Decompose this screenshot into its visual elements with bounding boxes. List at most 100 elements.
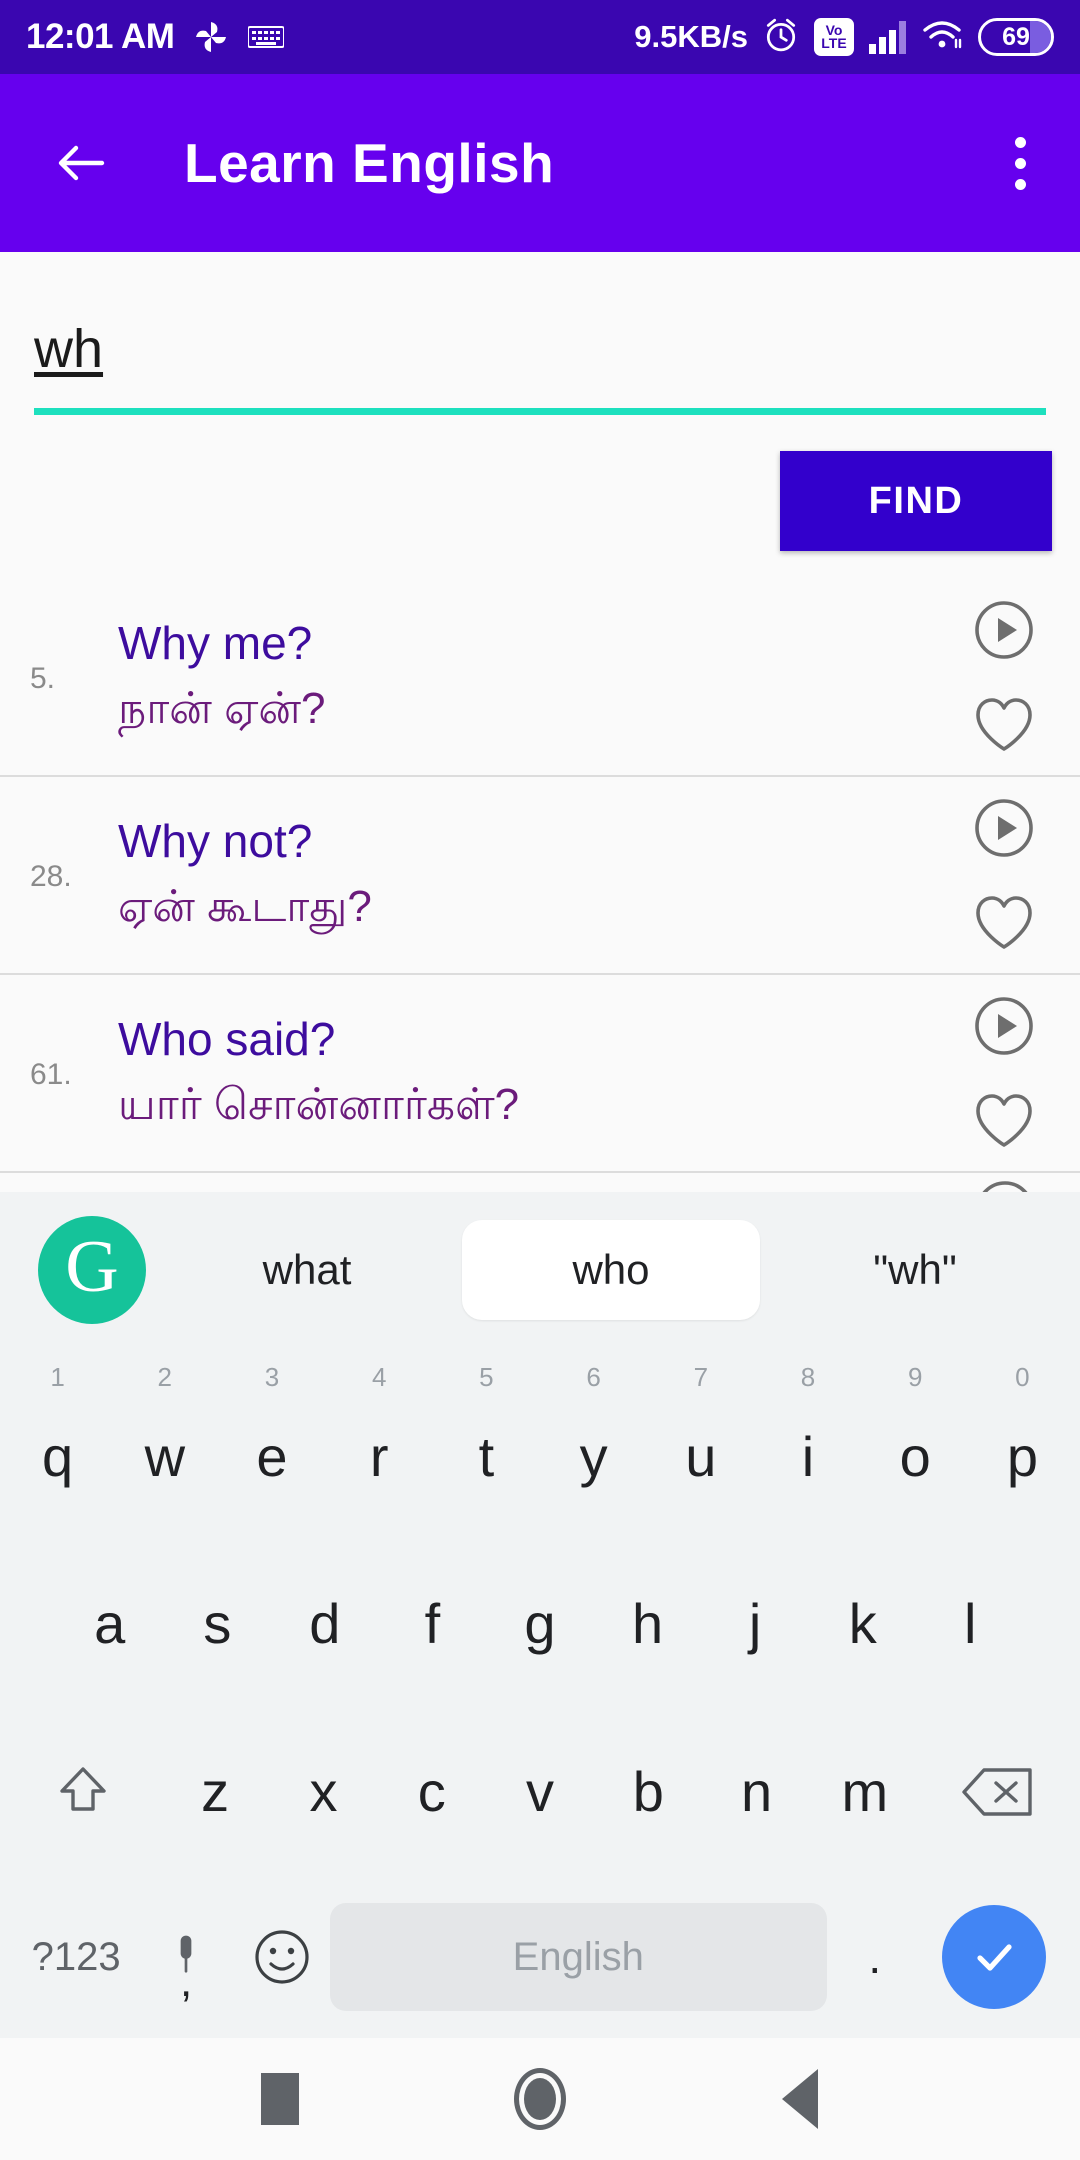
- key-t[interactable]: 5 t: [433, 1348, 540, 1540]
- key-p-label: p: [1006, 1425, 1038, 1488]
- key-h[interactable]: h: [594, 1540, 702, 1708]
- status-clock: 12:01 AM: [26, 17, 175, 56]
- key-d[interactable]: d: [271, 1540, 379, 1708]
- circle-home-icon[interactable]: [480, 2038, 600, 2160]
- key-l[interactable]: l: [916, 1540, 1024, 1708]
- key-v[interactable]: v: [486, 1708, 594, 1876]
- grammarly-logo-letter: G: [65, 1226, 119, 1308]
- key-r[interactable]: 4 r: [326, 1348, 433, 1540]
- backspace-icon[interactable]: [919, 1708, 1076, 1876]
- table-row[interactable]: 28. Why not? ஏன் கூடாது?: [0, 777, 1080, 975]
- row-number: 28.: [30, 860, 72, 893]
- key-x[interactable]: x: [269, 1708, 377, 1876]
- page-title: Learn English: [184, 132, 555, 194]
- key-m[interactable]: m: [811, 1708, 919, 1876]
- key-o-label: o: [899, 1425, 931, 1488]
- key-q-label: q: [42, 1425, 74, 1488]
- key-o-number: 9: [907, 1362, 923, 1392]
- find-button[interactable]: FIND: [780, 451, 1052, 551]
- row-texts: Why not? ஏன் கூடாது?: [118, 789, 958, 959]
- key-w-number: 2: [157, 1362, 173, 1392]
- key-z[interactable]: z: [161, 1708, 269, 1876]
- results-list: 5. Why me? நான் ஏன்? 28. Why not? ஏன் கூ…: [0, 579, 1080, 1192]
- play-circle-icon[interactable]: [973, 797, 1035, 859]
- key-g-label: g: [524, 1592, 556, 1655]
- key-i-label: i: [801, 1425, 815, 1488]
- key-s[interactable]: s: [164, 1540, 272, 1708]
- key-c-label: c: [417, 1760, 446, 1823]
- key-i[interactable]: 8 i: [754, 1348, 861, 1540]
- key-t-label: t: [478, 1425, 495, 1488]
- key-d-label: d: [309, 1592, 341, 1655]
- key-o[interactable]: 9 o: [862, 1348, 969, 1540]
- key-q-number: 1: [50, 1362, 65, 1392]
- comma-label: ,: [180, 1957, 193, 2006]
- period-key[interactable]: .: [827, 1876, 923, 2038]
- search-underline: [34, 408, 1046, 415]
- square-recents-icon[interactable]: [220, 2038, 340, 2160]
- key-y-label: y: [579, 1425, 608, 1488]
- status-bar-left: 12:01 AM: [26, 17, 286, 57]
- enter-key[interactable]: [923, 1876, 1066, 2038]
- table-row[interactable]: 5. Why me? நான் ஏன்?: [0, 579, 1080, 777]
- shift-arrow-icon[interactable]: [4, 1708, 161, 1876]
- key-w[interactable]: 2 w: [111, 1348, 218, 1540]
- key-n[interactable]: n: [702, 1708, 810, 1876]
- key-b[interactable]: b: [594, 1708, 702, 1876]
- key-u[interactable]: 7 u: [647, 1348, 754, 1540]
- status-bar: 12:01 AM 9.5KB/s Vo LTE 69: [0, 0, 1080, 74]
- keyboard-row-3: z x c v b n m: [0, 1708, 1080, 1876]
- key-z-label: z: [201, 1760, 230, 1823]
- emoji-smiley-icon[interactable]: [234, 1876, 330, 2038]
- keyboard-row-4: ?123 , English .: [0, 1876, 1080, 2038]
- key-r-label: r: [369, 1425, 389, 1488]
- play-circle-icon[interactable]: [973, 995, 1035, 1057]
- spacebar-key[interactable]: English: [329, 1876, 827, 2038]
- key-p[interactable]: 0 p: [969, 1348, 1076, 1540]
- key-j[interactable]: j: [701, 1540, 809, 1708]
- key-b-label: b: [632, 1760, 664, 1823]
- row-actions: [958, 789, 1050, 959]
- system-navigation-bar: [0, 2038, 1080, 2160]
- key-g[interactable]: g: [486, 1540, 594, 1708]
- heart-outline-icon[interactable]: [974, 1093, 1034, 1149]
- key-k[interactable]: k: [809, 1540, 917, 1708]
- microphone-icon[interactable]: ,: [138, 1876, 234, 2038]
- row-texts: Who said? யார் சொன்னார்கள்?: [118, 987, 958, 1157]
- key-f[interactable]: f: [379, 1540, 487, 1708]
- on-screen-keyboard: G what who "wh" 1 q 2 w 3 e 4 r 5 t 6 y …: [0, 1192, 1080, 2038]
- play-circle-icon[interactable]: [973, 599, 1035, 661]
- table-row-partial[interactable]: [0, 1173, 1080, 1192]
- row-english-text: Who said?: [118, 1012, 336, 1065]
- heart-outline-icon[interactable]: [974, 697, 1034, 753]
- key-a-label: a: [94, 1592, 126, 1655]
- play-circle-icon[interactable]: [974, 1179, 1036, 1192]
- grammarly-logo-icon[interactable]: G: [38, 1216, 146, 1324]
- key-f-label: f: [424, 1592, 441, 1655]
- row-english-text: Why me?: [118, 616, 313, 669]
- battery-icon: 69: [978, 18, 1054, 56]
- row-number: 5.: [30, 662, 56, 695]
- key-c[interactable]: c: [378, 1708, 486, 1876]
- kebab-menu-icon[interactable]: [1007, 129, 1034, 198]
- symbols-key[interactable]: ?123: [14, 1876, 138, 2038]
- suggestion-who[interactable]: who: [462, 1220, 760, 1320]
- search-input[interactable]: [34, 318, 1046, 386]
- triangle-back-icon[interactable]: [740, 2038, 860, 2160]
- suggestion-items: what who "wh": [158, 1220, 1064, 1320]
- key-e[interactable]: 3 e: [218, 1348, 325, 1540]
- key-a[interactable]: a: [56, 1540, 164, 1708]
- keyboard-icon: [247, 25, 286, 49]
- suggestion-what[interactable]: what: [158, 1220, 456, 1320]
- key-q[interactable]: 1 q: [4, 1348, 111, 1540]
- key-y[interactable]: 6 y: [540, 1348, 647, 1540]
- key-x-label: x: [309, 1760, 338, 1823]
- back-arrow-icon[interactable]: [52, 134, 110, 192]
- row-actions: [958, 987, 1050, 1157]
- key-e-label: e: [256, 1425, 288, 1488]
- suggestion-raw[interactable]: "wh": [766, 1220, 1064, 1320]
- keyboard-row-1: 1 q 2 w 3 e 4 r 5 t 6 y 7 u 8 i 9 o 0 p: [0, 1348, 1080, 1540]
- heart-outline-icon[interactable]: [974, 895, 1034, 951]
- status-bar-right: 9.5KB/s Vo LTE 69: [634, 17, 1054, 58]
- table-row[interactable]: 61. Who said? யார் சொன்னார்கள்?: [0, 975, 1080, 1173]
